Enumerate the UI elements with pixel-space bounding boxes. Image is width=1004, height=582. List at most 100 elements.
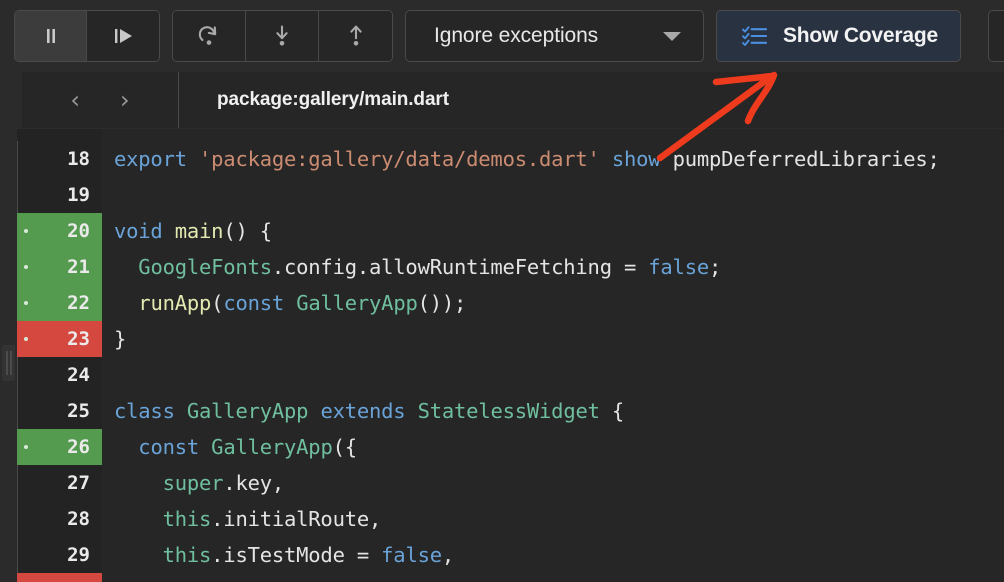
code-token: (: [211, 291, 223, 315]
code-token: runApp: [138, 291, 211, 315]
code-token: .initialRoute,: [211, 507, 381, 531]
exception-mode-dropdown[interactable]: Ignore exceptions: [405, 10, 704, 62]
code-token: StatelessWidget: [418, 399, 600, 423]
line-number-gutter[interactable]: 20: [17, 213, 102, 249]
code-token: () {: [223, 219, 272, 243]
show-coverage-label: Show Coverage: [783, 24, 938, 48]
code-token: super: [163, 471, 224, 495]
code-editor[interactable]: 17 18export 'package:gallery/data/demos.…: [0, 129, 1004, 582]
code-token: .isTestMode =: [211, 543, 381, 567]
code-line[interactable]: 24: [0, 357, 1004, 393]
code-token: [114, 543, 163, 567]
code-token: [114, 471, 163, 495]
chevron-left-icon[interactable]: ‹: [70, 88, 80, 112]
code-token: 'package:gallery/data/demos.dart': [199, 147, 600, 171]
code-token: [163, 219, 175, 243]
code-token: [114, 507, 163, 531]
code-line[interactable]: 21 GoogleFonts.config.allowRuntimeFetchi…: [0, 249, 1004, 285]
code-line[interactable]: 18 export 'package:gallery/data/demos.dar…: [0, 141, 1004, 177]
debugger-toolbar: Ignore exceptions Show Coverage: [0, 0, 1004, 72]
code-line-text: runApp(const GalleryApp());: [114, 291, 466, 315]
code-line[interactable]: 30 });: [0, 573, 1004, 582]
code-line[interactable]: 25 class GalleryApp extends StatelessWidg…: [0, 393, 1004, 429]
coverage-dot-icon: [24, 337, 28, 341]
code-token: ());: [418, 291, 467, 315]
code-token: class: [114, 399, 175, 423]
line-number-gutter[interactable]: 30: [17, 573, 102, 582]
exception-mode-value: Ignore exceptions: [434, 24, 598, 48]
line-number-gutter[interactable]: 25: [17, 393, 102, 429]
code-token: [199, 435, 211, 459]
code-token: [187, 147, 199, 171]
code-token: ,: [442, 543, 454, 567]
code-line-text: }: [114, 327, 126, 351]
code-line-text: class GalleryApp extends StatelessWidget…: [114, 399, 624, 423]
toolbar-overflow-button[interactable]: [988, 10, 1004, 62]
code-line-text: void main() {: [114, 219, 272, 243]
code-token: this: [163, 507, 212, 531]
code-token: [175, 399, 187, 423]
code-token: GalleryApp: [211, 435, 332, 459]
run-control-group: [14, 10, 160, 62]
code-token: ;: [709, 255, 721, 279]
line-number-gutter[interactable]: 29: [17, 537, 102, 573]
code-token: GoogleFonts: [138, 255, 272, 279]
resume-icon: [110, 24, 136, 48]
coverage-dot-icon: [24, 265, 28, 269]
step-in-button[interactable]: [246, 11, 319, 61]
code-line-text: GoogleFonts.config.allowRuntimeFetching …: [114, 255, 721, 279]
breadcrumb-path-label: package:gallery/main.dart: [217, 89, 449, 111]
line-number-gutter[interactable]: 22: [17, 285, 102, 321]
code-token: GalleryApp: [187, 399, 308, 423]
code-line-text: export 'package:gallery/data/demos.dart'…: [114, 147, 940, 171]
step-over-icon: [196, 23, 222, 49]
code-line[interactable]: 19: [0, 177, 1004, 213]
code-token: false: [381, 543, 442, 567]
show-coverage-button[interactable]: Show Coverage: [716, 10, 961, 62]
line-number-gutter[interactable]: 24: [17, 357, 102, 393]
line-number-gutter[interactable]: 18: [17, 141, 102, 177]
code-token: [114, 255, 138, 279]
code-line[interactable]: 23}: [0, 321, 1004, 357]
code-line[interactable]: 22 runApp(const GalleryApp());: [0, 285, 1004, 321]
code-token: export: [114, 147, 187, 171]
step-over-button[interactable]: [173, 11, 246, 61]
line-number-gutter[interactable]: 21: [17, 249, 102, 285]
step-out-button[interactable]: [319, 11, 392, 61]
code-token: [114, 291, 138, 315]
code-line[interactable]: 26 const GalleryApp({: [0, 429, 1004, 465]
line-number-gutter[interactable]: 19: [17, 177, 102, 213]
line-number-gutter[interactable]: 27: [17, 465, 102, 501]
chevron-down-icon: [663, 32, 681, 41]
code-token: ({: [333, 435, 357, 459]
code-line[interactable]: 29 this.isTestMode = false,: [0, 537, 1004, 573]
code-token: show: [612, 147, 661, 171]
code-token: const: [138, 435, 199, 459]
step-in-icon: [269, 23, 295, 49]
code-token: [114, 435, 138, 459]
code-line[interactable]: 20 void main() {: [0, 213, 1004, 249]
pause-icon: [39, 24, 63, 48]
line-number-gutter[interactable]: 28: [17, 501, 102, 537]
line-number-gutter[interactable]: 26: [17, 429, 102, 465]
code-line-text: this.isTestMode = false,: [114, 543, 454, 567]
code-token: GalleryApp: [296, 291, 417, 315]
coverage-checklist-icon: [742, 25, 767, 47]
code-token: void: [114, 219, 163, 243]
breadcrumb-path[interactable]: package:gallery/main.dart: [179, 72, 1004, 128]
pause-button[interactable]: [15, 11, 87, 61]
code-line-text: this.initialRoute,: [114, 507, 381, 531]
code-token: {: [600, 399, 624, 423]
code-token: [284, 291, 296, 315]
debugger-code-view: Ignore exceptions Show Coverage ‹ ›: [0, 0, 1004, 582]
code-line[interactable]: 28 this.initialRoute,: [0, 501, 1004, 537]
code-token: false: [648, 255, 709, 279]
code-line-text: const GalleryApp({: [114, 435, 357, 459]
code-token: this: [163, 543, 212, 567]
resume-button[interactable]: [87, 11, 159, 61]
line-number-gutter[interactable]: 23: [17, 321, 102, 357]
code-token: .config.allowRuntimeFetching =: [272, 255, 648, 279]
code-token: main: [175, 219, 224, 243]
code-line[interactable]: 27 super.key,: [0, 465, 1004, 501]
chevron-right-icon[interactable]: ›: [120, 88, 130, 112]
